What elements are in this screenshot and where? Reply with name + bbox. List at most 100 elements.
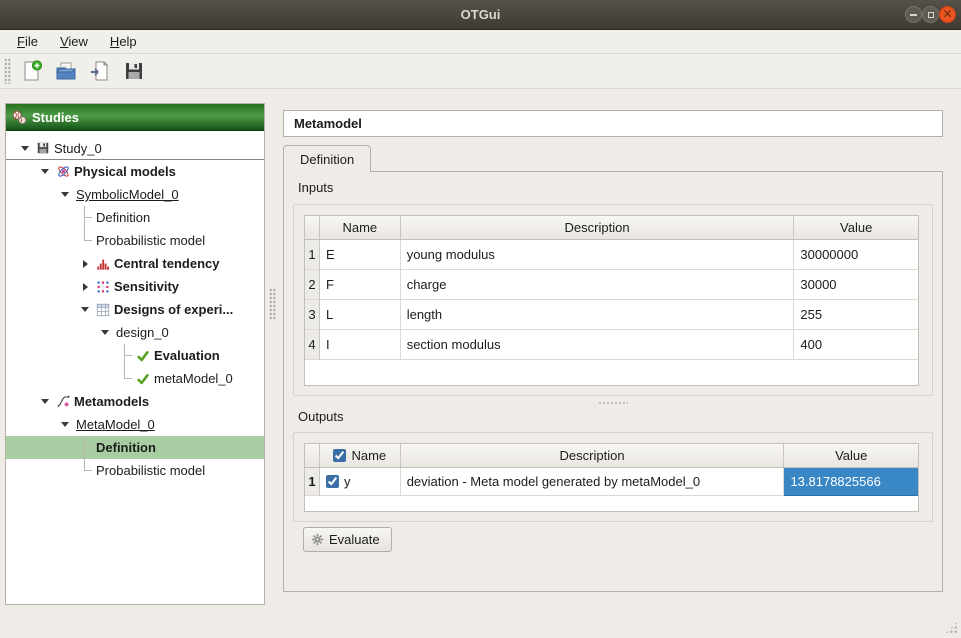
tree-item-label: Sensitivity [112,279,179,294]
column-header-value[interactable]: Value [784,444,918,468]
tab-definition[interactable]: Definition [283,145,371,172]
output-name-cell[interactable]: y [320,468,401,496]
output-value-cell-selected[interactable]: 13.8178825566 [784,468,918,496]
outputs-section-label: Outputs [298,409,344,424]
input-value-cell[interactable]: 30000 [794,270,918,300]
function-icon [54,390,72,413]
inputs-table[interactable]: Name Description Value 1 E young modulus… [304,215,919,386]
expander-icon[interactable] [76,298,94,321]
toolbar-drag-handle[interactable] [4,58,11,84]
tree-item-central-tendency[interactable]: Central tendency [6,252,264,275]
tree-item-label: Central tendency [112,256,219,271]
tree-item-symbolicmodel-0[interactable]: SymbolicModel_0 [6,183,264,206]
tree-item-definition-selected[interactable]: Definition [6,436,264,459]
table-row[interactable]: 1 E young modulus 30000000 [305,240,918,270]
tree-item-metamodels[interactable]: Metamodels [6,390,264,413]
expander-icon[interactable] [16,137,34,160]
tree-branch [76,459,94,482]
studies-panel-title: Studies [32,110,79,125]
save-study-button[interactable] [119,56,149,86]
corner-header-cell [305,444,320,468]
check-icon [134,367,152,390]
sections-splitter[interactable] [284,401,942,406]
input-description-cell[interactable]: section modulus [401,330,795,360]
menu-file[interactable]: File [8,32,47,51]
expander-icon[interactable] [36,160,54,183]
menu-help[interactable]: Help [101,32,146,51]
definition-tab-content: Inputs Name Description Value 1 E young … [283,171,943,592]
tree-branch [76,229,94,252]
studies-panel: Studies Study_0 Physical models Symbolic… [5,103,265,605]
input-name-cell[interactable]: I [320,330,401,360]
column-header-name-label: Name [351,448,386,463]
input-name-cell[interactable]: L [320,300,401,330]
inputs-group: Name Description Value 1 E young modulus… [293,204,933,396]
input-description-cell[interactable]: charge [401,270,795,300]
tree-item-metamodel-0-result[interactable]: metaModel_0 [6,367,264,390]
outputs-group: Name Description Value 1 y deviation - M… [293,432,933,522]
input-value-cell[interactable]: 30000000 [794,240,918,270]
new-study-button[interactable] [17,56,47,86]
tree-item-probabilistic-model[interactable]: Probabilistic model [6,229,264,252]
input-name-cell[interactable]: E [320,240,401,270]
window-resize-grip[interactable] [945,621,958,634]
tree-item-evaluation[interactable]: Evaluation [6,344,264,367]
open-study-button[interactable] [51,56,81,86]
tree-item-probabilistic-model-2[interactable]: Probabilistic model [6,459,264,482]
column-header-value[interactable]: Value [794,216,918,240]
evaluate-button[interactable]: Evaluate [303,527,392,552]
tree-item-study-0[interactable]: Study_0 [6,137,264,160]
menu-view[interactable]: View [51,32,97,51]
maximize-button[interactable] [922,6,939,23]
window-title: OTGui [0,0,961,30]
tree-item-sensitivity[interactable]: Sensitivity [6,275,264,298]
titlebar[interactable]: OTGui ✕ [0,0,961,30]
select-all-checkbox[interactable] [333,449,346,462]
tree-item-definition[interactable]: Definition [6,206,264,229]
tab-label: Definition [300,152,354,167]
table-row[interactable]: 2 F charge 30000 [305,270,918,300]
close-icon: ✕ [940,7,955,22]
tree-item-label: design_0 [114,325,169,340]
tree-item-physical-models[interactable]: Physical models [6,160,264,183]
tree-branch [116,367,134,390]
expander-icon[interactable] [96,321,114,344]
studies-icon [12,110,27,125]
column-header-name[interactable]: Name [320,216,401,240]
output-row-checkbox[interactable] [326,475,339,488]
minimize-button[interactable] [905,6,922,23]
input-description-cell[interactable]: young modulus [401,240,795,270]
input-name-cell[interactable]: F [320,270,401,300]
table-row[interactable]: 4 I section modulus 400 [305,330,918,360]
tree-item-label: Metamodels [72,394,149,409]
input-description-cell[interactable]: length [401,300,795,330]
expander-icon[interactable] [36,390,54,413]
column-header-description[interactable]: Description [401,216,795,240]
tree-item-designs-of-experiments[interactable]: Designs of experi... [6,298,264,321]
import-script-button[interactable] [85,56,115,86]
tree-item-label: Probabilistic model [94,463,205,478]
input-value-cell[interactable]: 255 [794,300,918,330]
scatter-icon [94,275,112,298]
close-button[interactable]: ✕ [939,6,956,23]
check-icon [134,344,152,367]
tree-item-label: Definition [94,210,150,225]
outputs-table[interactable]: Name Description Value 1 y deviation - M… [304,443,919,512]
tree-item-design-0[interactable]: design_0 [6,321,264,344]
table-row[interactable]: 1 y deviation - Meta model generated by … [305,468,918,496]
tree-item-label: Study_0 [52,141,102,156]
expander-icon[interactable] [76,252,94,275]
table-row[interactable]: 3 L length 255 [305,300,918,330]
minimize-icon [910,14,917,16]
expander-icon[interactable] [76,275,94,298]
table-empty-area [305,360,918,385]
panel-splitter[interactable] [269,288,276,320]
tree-item-metamodel-0[interactable]: MetaModel_0 [6,413,264,436]
input-value-cell[interactable]: 400 [794,330,918,360]
column-header-description[interactable]: Description [401,444,785,468]
column-header-name[interactable]: Name [320,444,401,468]
expander-icon[interactable] [56,413,74,436]
expander-icon[interactable] [56,183,74,206]
maximize-icon [928,12,934,18]
output-description-cell[interactable]: deviation - Meta model generated by meta… [401,468,785,496]
